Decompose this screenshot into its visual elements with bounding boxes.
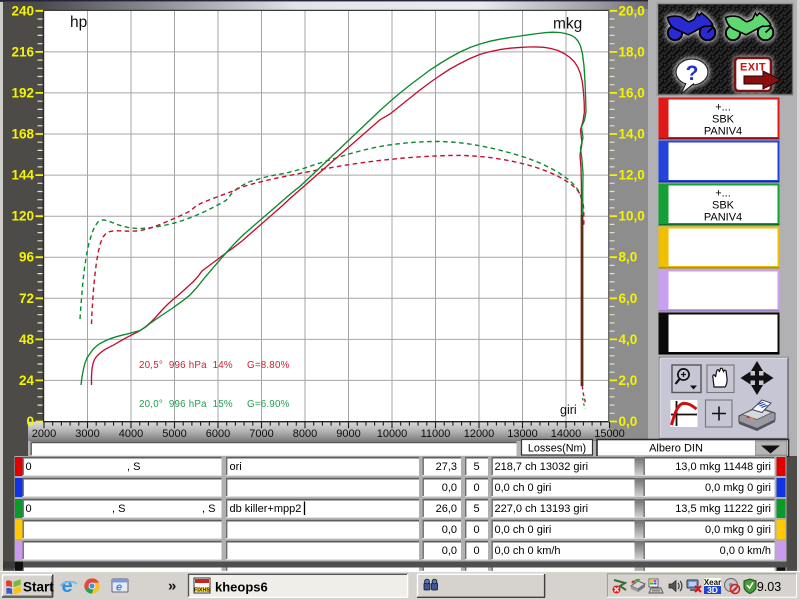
svg-text:7000: 7000 xyxy=(249,428,273,440)
svg-text:12,0: 12,0 xyxy=(619,168,645,183)
svg-text:48: 48 xyxy=(19,332,35,347)
svg-text:96: 96 xyxy=(19,250,35,265)
svg-text:0,0: 0,0 xyxy=(442,524,457,536)
svg-text:, S: , S xyxy=(202,503,215,515)
svg-text:Start: Start xyxy=(23,580,54,595)
svg-text:Albero DIN: Albero DIN xyxy=(649,443,703,455)
svg-text:4000: 4000 xyxy=(119,428,143,440)
svg-text:G=6.90%: G=6.90% xyxy=(247,399,290,410)
svg-text:FIXHS: FIXHS xyxy=(194,587,211,593)
svg-text:13,0 mkg 11448 giri: 13,0 mkg 11448 giri xyxy=(675,461,771,473)
svg-text:giri: giri xyxy=(560,403,577,417)
svg-text:5: 5 xyxy=(473,461,479,473)
svg-text:0: 0 xyxy=(473,545,479,557)
svg-text:5000: 5000 xyxy=(162,428,186,440)
svg-text:0,0 mkg 0 giri: 0,0 mkg 0 giri xyxy=(705,482,771,494)
svg-text:0,0 ch 0 giri: 0,0 ch 0 giri xyxy=(495,524,552,536)
svg-text:20,5° 996 hPa 14%: 20,5° 996 hPa 14% xyxy=(139,360,233,371)
svg-text:120: 120 xyxy=(11,209,34,224)
svg-text:15000: 15000 xyxy=(594,428,625,440)
svg-text:8,0: 8,0 xyxy=(619,250,638,265)
svg-text:PANIV4: PANIV4 xyxy=(704,126,742,138)
svg-text:4,0: 4,0 xyxy=(619,332,638,347)
svg-text:, S: , S xyxy=(127,461,140,473)
svg-text:18,0: 18,0 xyxy=(619,44,645,59)
svg-text:168: 168 xyxy=(11,127,34,142)
svg-text:20,0: 20,0 xyxy=(619,3,645,18)
svg-text:27,3: 27,3 xyxy=(436,461,457,473)
svg-text:3D: 3D xyxy=(707,585,718,595)
svg-text:8000: 8000 xyxy=(293,428,317,440)
svg-text:e: e xyxy=(62,575,73,597)
svg-text:SBK: SBK xyxy=(712,114,735,126)
svg-text:13000: 13000 xyxy=(507,428,538,440)
svg-text:mkg: mkg xyxy=(553,16,582,33)
svg-text:240: 240 xyxy=(11,3,34,18)
svg-text:G=8.80%: G=8.80% xyxy=(247,360,290,371)
svg-text:227,0 ch 13193 giri: 227,0 ch 13193 giri xyxy=(495,503,589,515)
svg-text:0,0 0 km/h: 0,0 0 km/h xyxy=(720,545,771,557)
svg-text:0,0: 0,0 xyxy=(442,482,457,494)
svg-text:24: 24 xyxy=(19,373,35,388)
svg-text:EXIT: EXIT xyxy=(740,62,766,74)
svg-text:6000: 6000 xyxy=(206,428,230,440)
svg-text:12000: 12000 xyxy=(464,428,495,440)
svg-text:11000: 11000 xyxy=(421,428,451,440)
svg-text:kheops6: kheops6 xyxy=(215,580,268,595)
svg-text:e: e xyxy=(116,582,122,594)
svg-text:14,0: 14,0 xyxy=(619,127,645,142)
svg-text:216: 216 xyxy=(11,44,34,59)
svg-text:192: 192 xyxy=(11,85,34,100)
svg-text:16,0: 16,0 xyxy=(619,85,645,100)
svg-text:?: ? xyxy=(686,62,699,85)
svg-text:SBK: SBK xyxy=(712,200,735,212)
svg-text:0,0 mkg 0 giri: 0,0 mkg 0 giri xyxy=(705,524,771,536)
svg-text:0: 0 xyxy=(473,482,479,494)
svg-text:9000: 9000 xyxy=(336,428,360,440)
svg-text:0,0 ch 0 km/h: 0,0 ch 0 km/h xyxy=(495,545,561,557)
svg-text:6,0: 6,0 xyxy=(619,291,638,306)
svg-text:db killer+mpp2: db killer+mpp2 xyxy=(230,503,302,515)
svg-text:0,0 ch 0 giri: 0,0 ch 0 giri xyxy=(495,482,552,494)
svg-text:0,0: 0,0 xyxy=(442,545,457,557)
svg-text:2000: 2000 xyxy=(32,428,56,440)
svg-text:PANIV4: PANIV4 xyxy=(704,212,742,224)
svg-text:Losses(Nm): Losses(Nm) xyxy=(528,442,586,454)
svg-text:9.03: 9.03 xyxy=(757,580,781,594)
svg-text:218,7 ch 13032 giri: 218,7 ch 13032 giri xyxy=(495,461,589,473)
svg-text:144: 144 xyxy=(11,168,34,183)
svg-text:20,0° 996 hPa 15%: 20,0° 996 hPa 15% xyxy=(139,399,233,410)
svg-text:10,0: 10,0 xyxy=(619,209,645,224)
svg-text:ori: ori xyxy=(230,461,242,473)
svg-text:2,0: 2,0 xyxy=(619,373,638,388)
svg-text:72: 72 xyxy=(19,291,34,306)
svg-text:3000: 3000 xyxy=(75,428,99,440)
svg-text:0: 0 xyxy=(26,461,32,473)
svg-text:13,5 mkg 11222 giri: 13,5 mkg 11222 giri xyxy=(675,503,771,515)
svg-text:0: 0 xyxy=(26,414,34,429)
svg-text:, S: , S xyxy=(112,503,125,515)
svg-text:»: » xyxy=(168,578,176,595)
svg-text:0: 0 xyxy=(26,503,32,515)
svg-text:0: 0 xyxy=(473,524,479,536)
svg-text:14000: 14000 xyxy=(551,428,582,440)
svg-text:5: 5 xyxy=(473,503,479,515)
svg-text:0,0: 0,0 xyxy=(619,414,638,429)
svg-text:10000: 10000 xyxy=(377,428,408,440)
svg-text:+...: +... xyxy=(715,102,731,114)
svg-text:hp: hp xyxy=(70,14,87,31)
svg-text:+...: +... xyxy=(715,188,731,200)
svg-text:26,0: 26,0 xyxy=(436,503,457,515)
